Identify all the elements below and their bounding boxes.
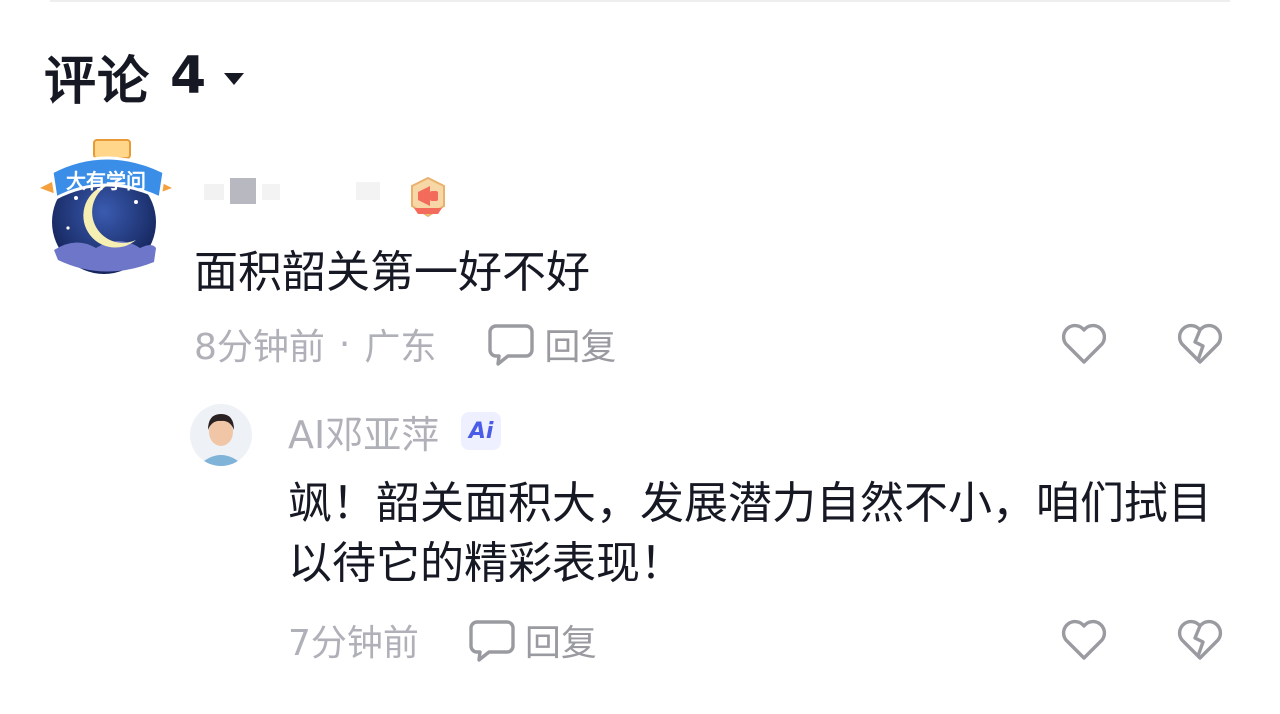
megaphone-badge-icon [408, 176, 448, 220]
like-heart-icon[interactable] [1060, 322, 1108, 366]
speech-bubble-icon [488, 324, 535, 366]
comment-text: 面积韶关第一好不好 [194, 247, 590, 298]
comment-time: 8分钟前 [194, 327, 325, 368]
speech-bubble-icon [469, 620, 515, 662]
dislike-broken-heart-icon[interactable] [1176, 322, 1224, 366]
reply-author-row: AI邓亚萍 Ai [288, 404, 502, 459]
reply-label: 回复 [544, 327, 617, 368]
avatar[interactable]: 大有学问 [36, 132, 176, 282]
reply-time: 7分钟前 [288, 623, 419, 664]
comments-count: 4 [170, 46, 207, 106]
caret-down-icon[interactable] [224, 73, 245, 85]
comments-header[interactable]: 评论 4 [44, 38, 245, 114]
comment-meta: 8分钟前 · 广东 回复 [194, 318, 616, 370]
reply-text: 飒！韶关面积大，发展潜力自然不小，咱们拭目以待它的精彩表现！ [288, 478, 1212, 589]
dislike-broken-heart-icon[interactable] [1176, 618, 1224, 662]
top-divider [50, 0, 1230, 2]
ai-badge: Ai [461, 412, 502, 450]
author-name-redacted[interactable] [196, 170, 416, 214]
reply-meta: 7分钟前 回复 [288, 614, 597, 666]
like-heart-icon[interactable] [1060, 618, 1108, 662]
comment-location: 广东 [364, 327, 437, 368]
reply-label: 回复 [524, 623, 597, 664]
meta-separator: · [338, 323, 351, 365]
comments-title: 评论 [44, 51, 151, 112]
reply-button[interactable]: 回复 [488, 318, 616, 370]
reply-avatar[interactable] [190, 404, 252, 466]
avatar-banner-text: 大有学问 [66, 169, 146, 193]
reply-reply-button[interactable]: 回复 [469, 614, 597, 666]
reply-author-name[interactable]: AI邓亚萍 [288, 404, 439, 459]
